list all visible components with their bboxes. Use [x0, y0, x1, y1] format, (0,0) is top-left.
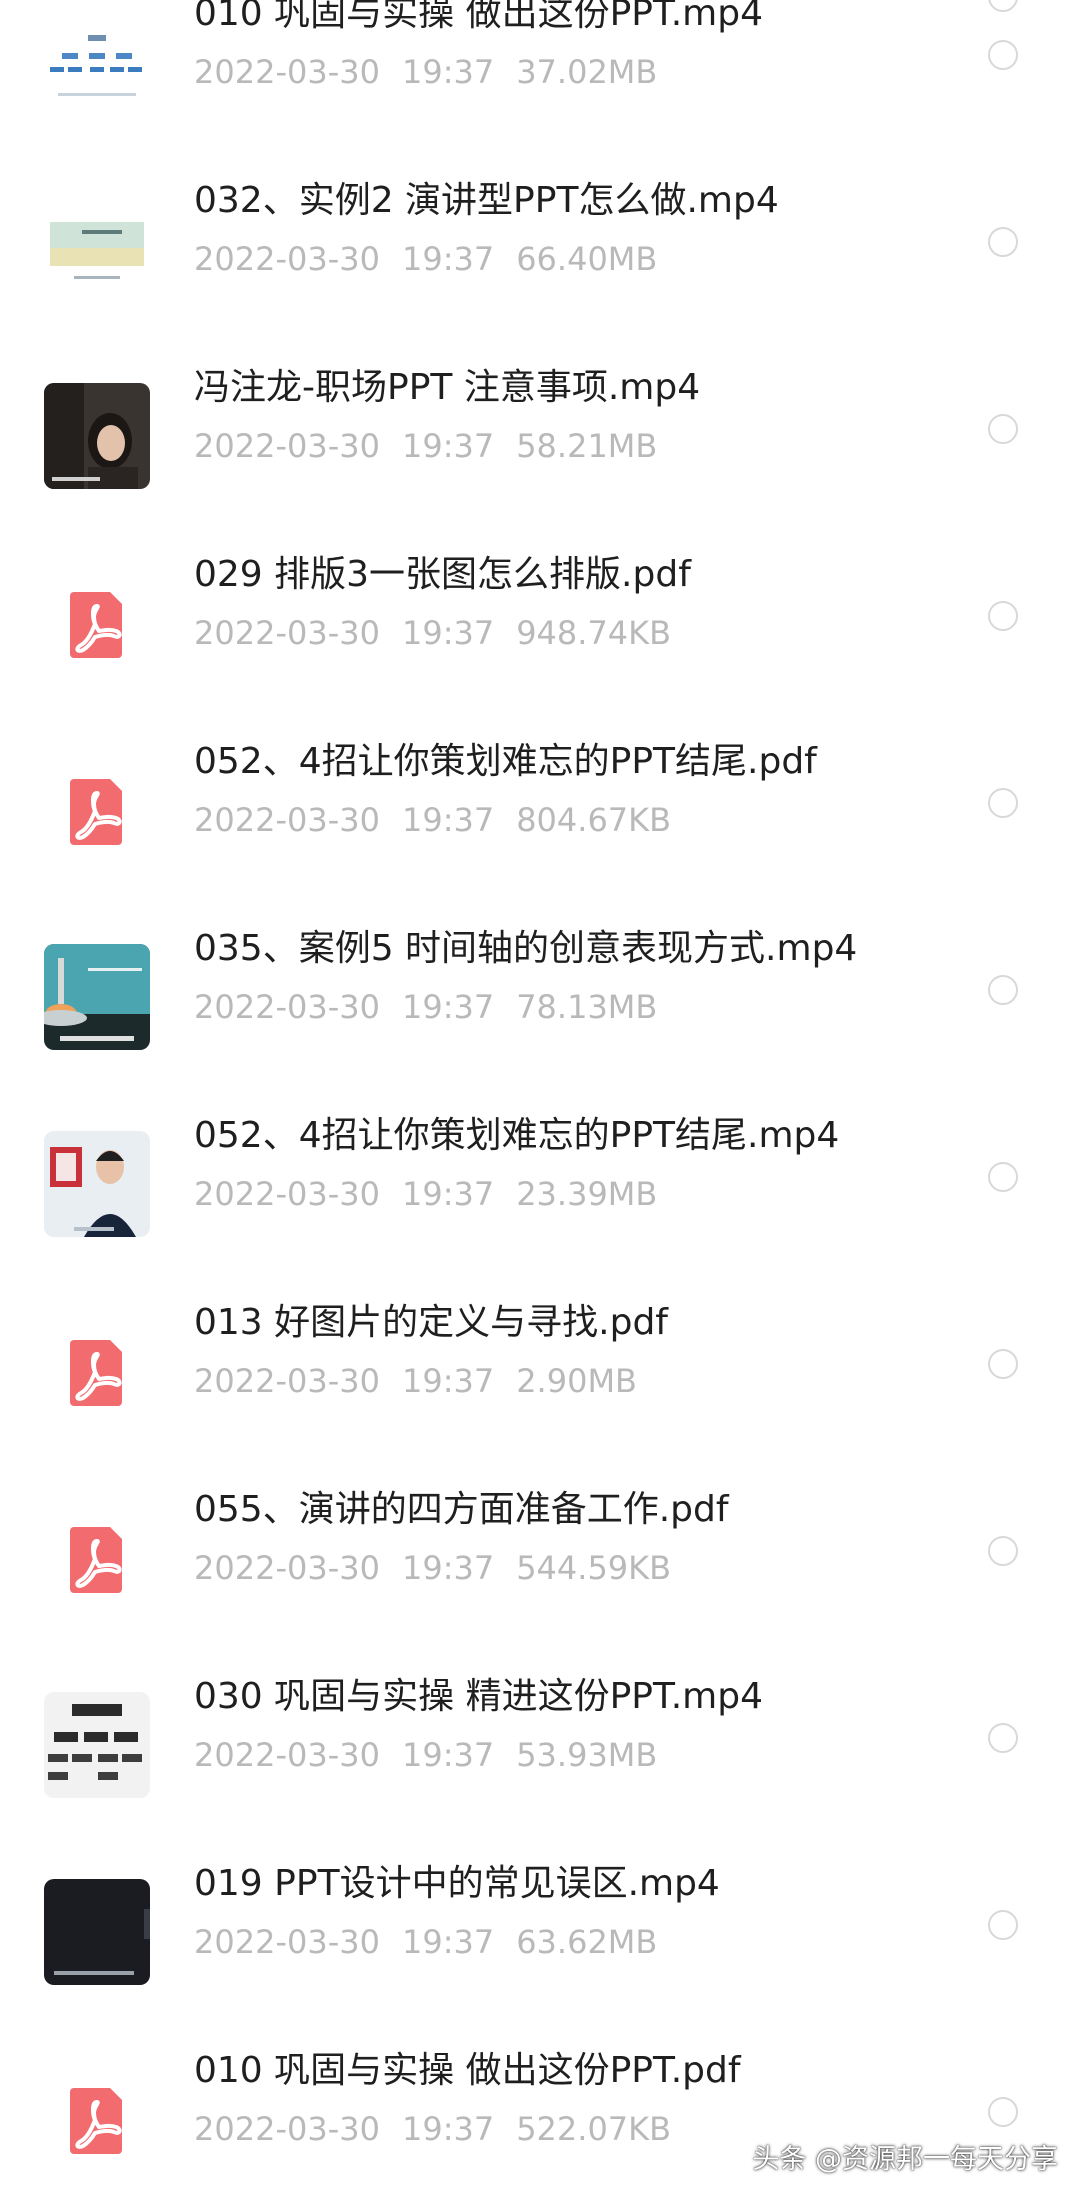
- file-row[interactable]: 019 PPT设计中的常见误区.mp4 2022-03-30 19:37 63.62M…: [0, 1842, 1080, 2029]
- file-name: 052、4招让你策划难忘的PPT结尾.pdf: [194, 741, 817, 782]
- file-row[interactable]: 029 排版3一张图怎么排版.pdf 2022-03-30 19:37 948.74K…: [0, 533, 1080, 720]
- file-size: 66.40MB: [516, 240, 658, 278]
- file-name: 019 PPT设计中的常见误区.mp4: [194, 1863, 720, 1904]
- select-radio[interactable]: [988, 1349, 1018, 1379]
- video-thumbnail: [44, 9, 150, 115]
- file-row[interactable]: 030 巩固与实操 精进这份PPT.mp4 2022-03-30 19:37 53.9…: [0, 1655, 1080, 1842]
- file-name: 029 排版3一张图怎么排版.pdf: [194, 554, 691, 595]
- file-meta: 2022-03-30 19:37 2.90MB: [194, 1359, 659, 1403]
- file-meta: 2022-03-30 19:37 53.93MB: [194, 1733, 679, 1777]
- file-size: 58.21MB: [516, 427, 658, 465]
- pdf-icon: [44, 757, 150, 863]
- file-name: 052、4招让你策划难忘的PPT结尾.mp4: [194, 1115, 840, 1156]
- file-row[interactable]: 052、4招让你策划难忘的PPT结尾.pdf 2022-03-30 19:37 804…: [0, 720, 1080, 907]
- file-size: 37.02MB: [516, 53, 658, 91]
- file-size: 63.62MB: [516, 1923, 658, 1961]
- file-size: 23.39MB: [516, 1175, 658, 1213]
- video-thumbnail: [44, 196, 150, 302]
- file-time: 19:37: [401, 53, 495, 91]
- file-time: 19:37: [401, 2110, 495, 2148]
- file-size: 2.90MB: [516, 1362, 637, 1400]
- file-row[interactable]: 035、案例5 时间轴的创意表现方式.mp4 2022-03-30 19:37 78.…: [0, 907, 1080, 1094]
- file-meta: 2022-03-30 19:37 948.74KB: [194, 611, 693, 655]
- file-date: 2022-03-30: [194, 1923, 380, 1961]
- file-date: 2022-03-30: [194, 1549, 380, 1587]
- watermark: 头条 @资源邦一每天分享: [752, 2144, 1058, 2175]
- file-time: 19:37: [401, 1362, 495, 1400]
- file-name: 032、实例2 演讲型PPT怎么做.mp4: [194, 180, 779, 221]
- video-thumbnail: [44, 383, 150, 489]
- video-thumbnail: [44, 1131, 150, 1237]
- video-thumbnail: [44, 1692, 150, 1798]
- file-date: 2022-03-30: [194, 988, 380, 1026]
- file-size: 804.67KB: [516, 801, 672, 839]
- file-name: 冯注龙-职场PPT 注意事项.mp4: [194, 367, 701, 408]
- file-name: 010 巩固与实操 做出这份PPT.mp4: [194, 0, 764, 34]
- file-meta: 2022-03-30 19:37 66.40MB: [194, 237, 679, 281]
- select-radio[interactable]: [988, 227, 1018, 257]
- file-name: 013 好图片的定义与寻找.pdf: [194, 1302, 668, 1343]
- file-name: 055、演讲的四方面准备工作.pdf: [194, 1489, 729, 1530]
- file-date: 2022-03-30: [194, 240, 380, 278]
- file-time: 19:37: [401, 427, 495, 465]
- file-time: 19:37: [401, 1923, 495, 1961]
- select-radio[interactable]: [988, 1162, 1018, 1192]
- file-date: 2022-03-30: [194, 427, 380, 465]
- pdf-icon: [44, 1318, 150, 1424]
- video-thumbnail: [44, 944, 150, 1050]
- select-radio[interactable]: [988, 975, 1018, 1005]
- file-time: 19:37: [401, 614, 495, 652]
- file-meta: 2022-03-30 19:37 544.59KB: [194, 1546, 693, 1590]
- select-radio[interactable]: [988, 2097, 1018, 2127]
- file-size: 53.93MB: [516, 1736, 658, 1774]
- file-meta: 2022-03-30 19:37 23.39MB: [194, 1172, 679, 1216]
- file-meta: 2022-03-30 19:37 58.21MB: [194, 424, 679, 468]
- file-meta: 2022-03-30 19:37 37.02MB: [194, 50, 679, 94]
- file-size: 544.59KB: [516, 1549, 672, 1587]
- file-date: 2022-03-30: [194, 53, 380, 91]
- file-time: 19:37: [401, 1175, 495, 1213]
- video-thumbnail: [44, 1879, 150, 1985]
- select-radio[interactable]: [988, 414, 1018, 444]
- pdf-icon: [44, 570, 150, 676]
- pdf-icon: [44, 1505, 150, 1611]
- select-radio[interactable]: [988, 1910, 1018, 1940]
- file-name: 035、案例5 时间轴的创意表现方式.mp4: [194, 928, 858, 969]
- file-meta: 2022-03-30 19:37 522.07KB: [194, 2107, 693, 2151]
- file-time: 19:37: [401, 1549, 495, 1587]
- file-meta: 2022-03-30 19:37 804.67KB: [194, 798, 693, 842]
- file-size: 78.13MB: [516, 988, 658, 1026]
- file-row[interactable]: 013 好图片的定义与寻找.pdf 2022-03-30 19:37 2.90MB: [0, 1281, 1080, 1468]
- file-date: 2022-03-30: [194, 1736, 380, 1774]
- file-meta: 2022-03-30 19:37 63.62MB: [194, 1920, 679, 1964]
- file-size: 948.74KB: [516, 614, 672, 652]
- file-time: 19:37: [401, 240, 495, 278]
- select-radio[interactable]: [988, 40, 1018, 70]
- file-row[interactable]: 032、实例2 演讲型PPT怎么做.mp4 2022-03-30 19:37 66.4…: [0, 159, 1080, 346]
- file-size: 522.07KB: [516, 2110, 672, 2148]
- file-time: 19:37: [401, 988, 495, 1026]
- file-name: 030 巩固与实操 精进这份PPT.mp4: [194, 1676, 764, 1717]
- select-radio[interactable]: [988, 1536, 1018, 1566]
- file-date: 2022-03-30: [194, 614, 380, 652]
- pdf-icon: [44, 2066, 150, 2172]
- file-row[interactable]: 052、4招让你策划难忘的PPT结尾.mp4 2022-03-30 19:37 23.…: [0, 1094, 1080, 1281]
- file-row[interactable]: 冯注龙-职场PPT 注意事项.mp4 2022-03-30 19:37 58.21MB: [0, 346, 1080, 533]
- file-date: 2022-03-30: [194, 801, 380, 839]
- file-date: 2022-03-30: [194, 1175, 380, 1213]
- file-name: 010 巩固与实操 做出这份PPT.pdf: [194, 2050, 741, 2091]
- select-radio[interactable]: [988, 1723, 1018, 1753]
- file-date: 2022-03-30: [194, 2110, 380, 2148]
- file-row[interactable]: 010 巩固与实操 做出这份PPT.mp4 2022-03-30 19:37 37.0…: [0, 0, 1080, 159]
- file-time: 19:37: [401, 1736, 495, 1774]
- file-row[interactable]: 055、演讲的四方面准备工作.pdf 2022-03-30 19:37 544.59K…: [0, 1468, 1080, 1655]
- file-meta: 2022-03-30 19:37 78.13MB: [194, 985, 679, 1029]
- file-list: 010 巩固与实操 做出这份PPT.mp4 2022-03-30 19:37 37.0…: [0, 0, 1080, 2198]
- select-radio[interactable]: [988, 601, 1018, 631]
- select-radio[interactable]: [988, 788, 1018, 818]
- file-date: 2022-03-30: [194, 1362, 380, 1400]
- file-time: 19:37: [401, 801, 495, 839]
